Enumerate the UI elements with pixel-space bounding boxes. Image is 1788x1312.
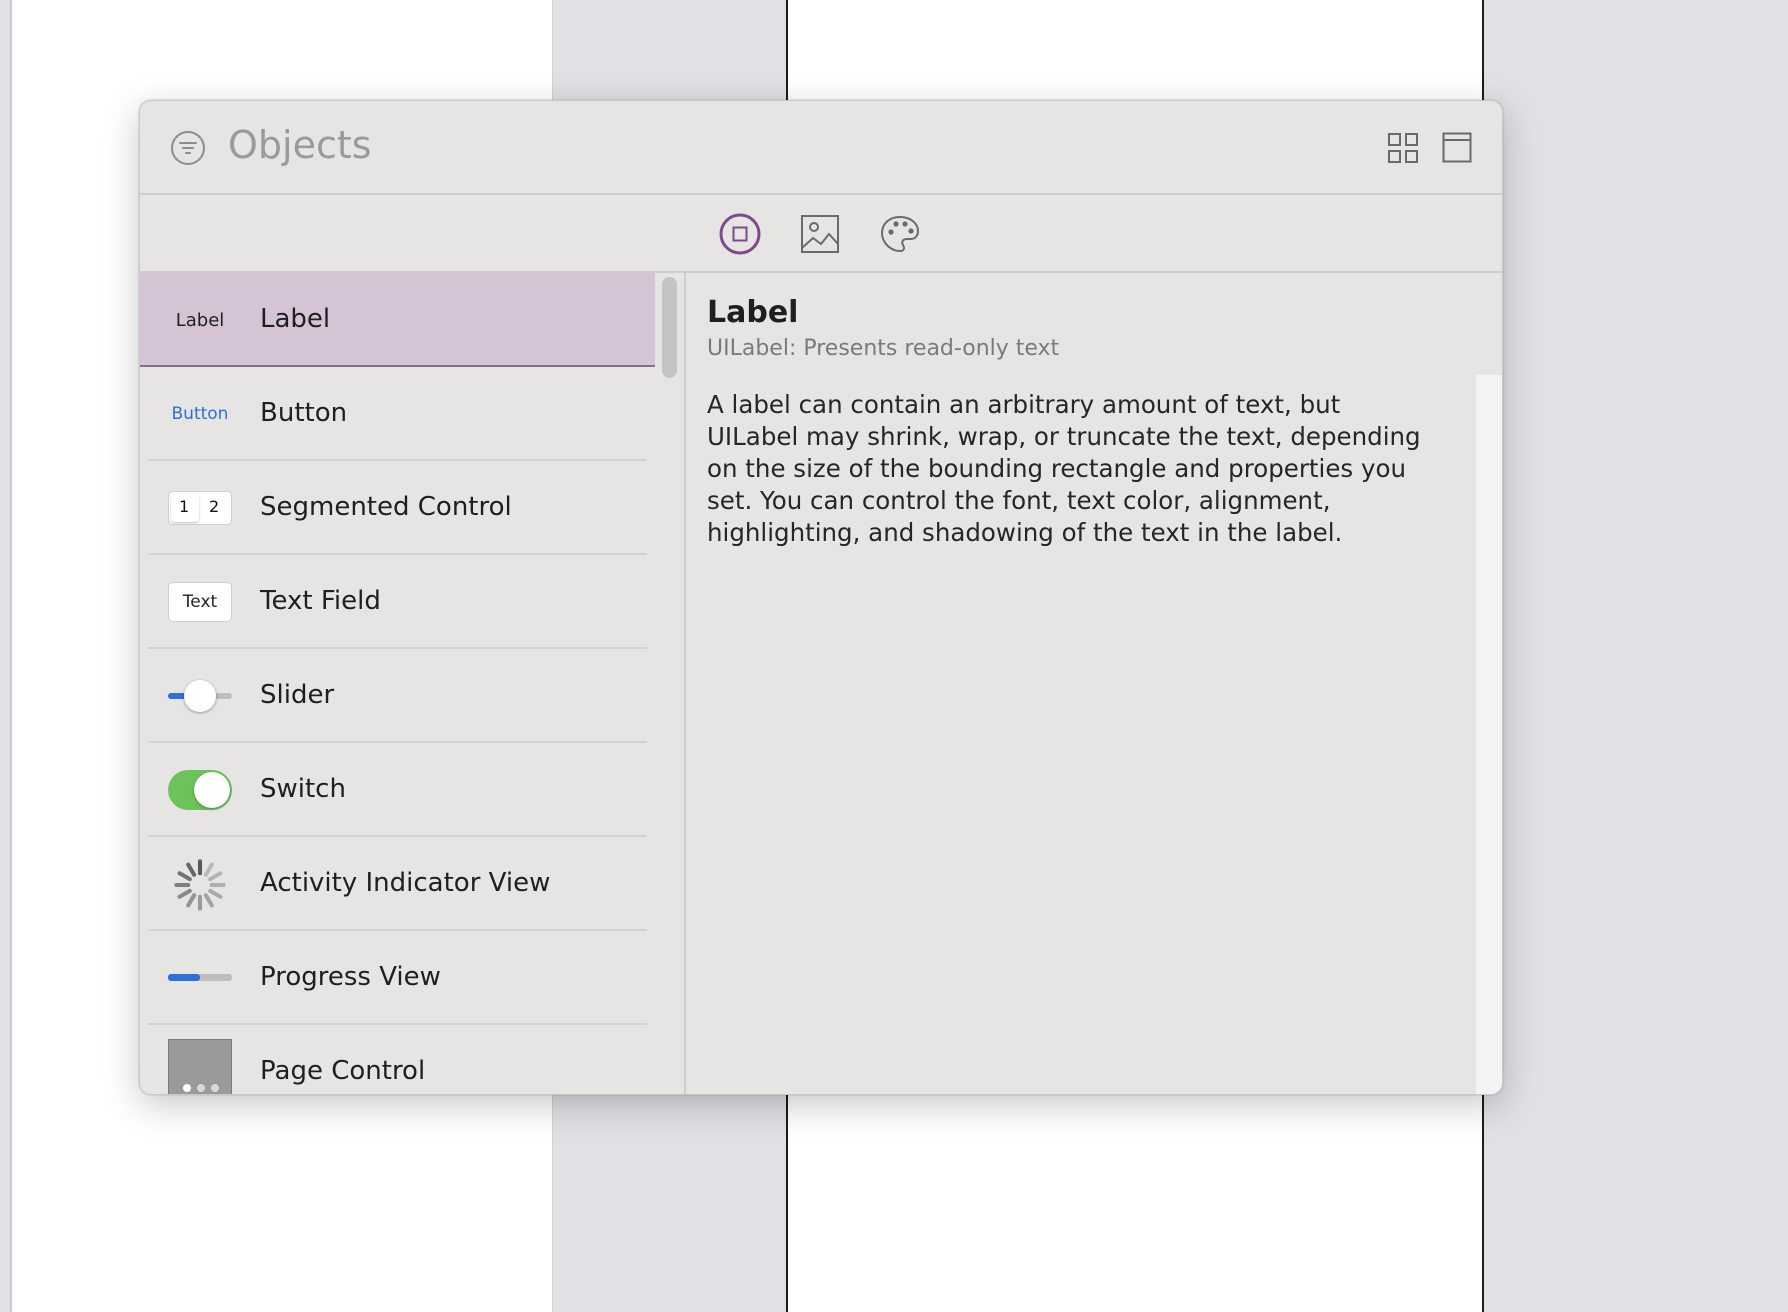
detail-title: Label <box>707 295 799 330</box>
list-item-progress-view[interactable]: Progress View <box>140 931 655 1025</box>
library-segment-bar <box>140 195 1502 273</box>
list-item-page-control[interactable]: Page Control <box>140 1025 655 1094</box>
grid-view-icon[interactable] <box>1387 132 1419 164</box>
list-item-slider[interactable]: Slider <box>140 649 655 743</box>
list-item-activity-indicator-view[interactable]: Activity Indicator View <box>140 837 655 931</box>
object-library-window: Objects Label Label Button Button 1 2 Se… <box>139 100 1503 1095</box>
library-filter-field[interactable]: Objects <box>228 123 372 169</box>
image-segment-icon[interactable] <box>798 212 842 256</box>
detail-pane: Label UILabel: Presents read-only text A… <box>686 273 1502 1094</box>
objects-segment-icon[interactable] <box>718 212 762 256</box>
filter-icon[interactable] <box>170 130 206 166</box>
list-item-label-text: Slider <box>260 680 335 710</box>
progress-view-preview-icon <box>168 958 232 998</box>
list-item-label-text: Button <box>260 398 348 428</box>
detail-description: A label can contain an arbitrary amount … <box>707 390 1421 547</box>
page-control-preview-icon <box>168 1039 232 1094</box>
list-item-label-text: Progress View <box>260 962 441 992</box>
slider-preview-icon <box>168 676 232 716</box>
list-item-label-text: Switch <box>260 774 346 804</box>
segmented-control-preview-icon: 1 2 <box>168 488 232 528</box>
list-scrollbar-thumb[interactable] <box>662 277 677 378</box>
activity-indicator-icon <box>174 859 226 911</box>
list-item-text-field[interactable]: Text Text Field <box>140 555 655 649</box>
list-scrollbar[interactable] <box>655 273 681 1094</box>
detail-view-icon[interactable] <box>1442 132 1472 163</box>
list-item-label-text: Page Control <box>260 1056 426 1086</box>
button-preview-icon: Button <box>171 404 229 424</box>
list-item-segmented-control[interactable]: 1 2 Segmented Control <box>140 461 655 555</box>
detail-subtitle: UILabel: Presents read-only text <box>707 336 1060 361</box>
detail-scrollbar[interactable] <box>1476 375 1502 1094</box>
list-item-label[interactable]: Label Label <box>140 273 655 367</box>
list-item-label-text: Label <box>260 304 331 334</box>
object-list: Label Label Button Button 1 2 Segmented … <box>140 273 655 1094</box>
list-item-button[interactable]: Button Button <box>140 367 655 461</box>
list-item-switch[interactable]: Switch <box>140 743 655 837</box>
label-preview-icon: Label <box>175 309 225 331</box>
canvas-left-edge <box>0 0 12 1312</box>
switch-preview-icon <box>168 770 232 810</box>
list-item-label-text: Activity Indicator View <box>260 868 551 898</box>
list-item-label-text: Text Field <box>260 586 381 616</box>
list-item-label-text: Segmented Control <box>260 492 512 522</box>
canvas-column <box>1482 0 1788 1312</box>
text-field-preview-icon: Text <box>168 582 232 622</box>
palette-segment-icon[interactable] <box>878 212 922 256</box>
library-header: Objects <box>140 101 1502 195</box>
